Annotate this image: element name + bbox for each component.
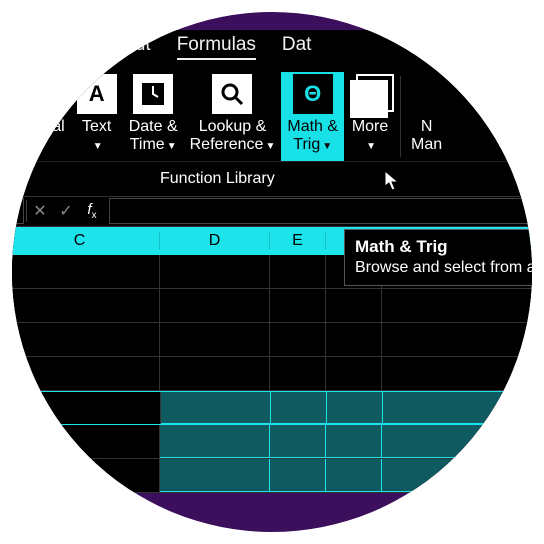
date-time-label-1: Date &	[129, 118, 178, 136]
ribbon-section-label: Function Library	[0, 162, 544, 197]
formula-input[interactable]	[109, 198, 544, 224]
formula-bar: ▼ ✕ ✓ fx	[0, 197, 544, 227]
table-row	[0, 357, 544, 391]
search-icon	[212, 74, 252, 114]
more-label: More	[352, 118, 388, 136]
col-header-e[interactable]: E	[270, 232, 326, 250]
table-row	[0, 391, 544, 425]
group-divider	[400, 76, 401, 157]
date-time-label-2: Time▼	[130, 136, 177, 154]
accept-formula-button[interactable]: ✓	[53, 201, 79, 221]
spreadsheet-grid[interactable]	[0, 255, 544, 493]
letter-a-icon: A	[77, 74, 117, 114]
question-icon: ?	[19, 74, 59, 114]
chevron-down-icon: ▼	[364, 136, 376, 154]
math-trig-label-2: Trig▼	[293, 136, 332, 154]
ribbon-tabs: Page Layout Formulas Dat	[0, 30, 544, 68]
name-manager-button[interactable]: N Man	[405, 72, 448, 161]
math-trig-label-1: Math &	[287, 118, 338, 136]
tab-formulas[interactable]: Formulas	[177, 34, 256, 60]
tab-page-layout[interactable]: Page Layout	[44, 34, 151, 60]
stack-icon	[350, 74, 390, 114]
lookup-label-2: Reference▼	[190, 136, 276, 154]
chevron-down-icon: ▼	[33, 136, 45, 154]
table-row	[0, 289, 544, 323]
lookup-label-1: Lookup &	[199, 118, 267, 136]
tooltip: Math & Trig Browse and select from a	[344, 229, 544, 286]
logical-button[interactable]: ? Logical ▼	[8, 72, 71, 161]
tab-data[interactable]: Dat	[282, 34, 312, 60]
text-button[interactable]: A Text ▼	[71, 72, 123, 161]
logical-label: Logical	[14, 118, 65, 136]
date-time-button[interactable]: Date & Time▼	[123, 72, 184, 161]
more-functions-button[interactable]: More ▼	[344, 72, 396, 161]
chevron-down-icon: ▼	[91, 136, 103, 154]
table-row	[0, 323, 544, 357]
col-header-d[interactable]: D	[160, 232, 270, 250]
name-box[interactable]: ▼	[2, 198, 24, 224]
lookup-reference-button[interactable]: Lookup & Reference▼	[184, 72, 282, 161]
tooltip-title: Math & Trig	[355, 236, 543, 258]
col-header-c[interactable]: C	[0, 232, 160, 250]
ribbon: ? Logical ▼ A Text ▼ Date & Time▼ Lo	[0, 68, 544, 162]
table-row	[0, 459, 544, 493]
name-mgr-label-2: Man	[411, 136, 442, 154]
clock-icon	[133, 74, 173, 114]
name-mgr-label-1: N	[421, 118, 433, 136]
math-trig-button[interactable]: Θ Math & Trig▼	[281, 72, 344, 161]
insert-function-button[interactable]: fx	[79, 201, 105, 221]
theta-icon: Θ	[293, 74, 333, 114]
text-label: Text	[82, 118, 111, 136]
table-row	[0, 425, 544, 459]
cancel-formula-button[interactable]: ✕	[27, 201, 53, 221]
tooltip-body: Browse and select from a	[355, 258, 543, 279]
